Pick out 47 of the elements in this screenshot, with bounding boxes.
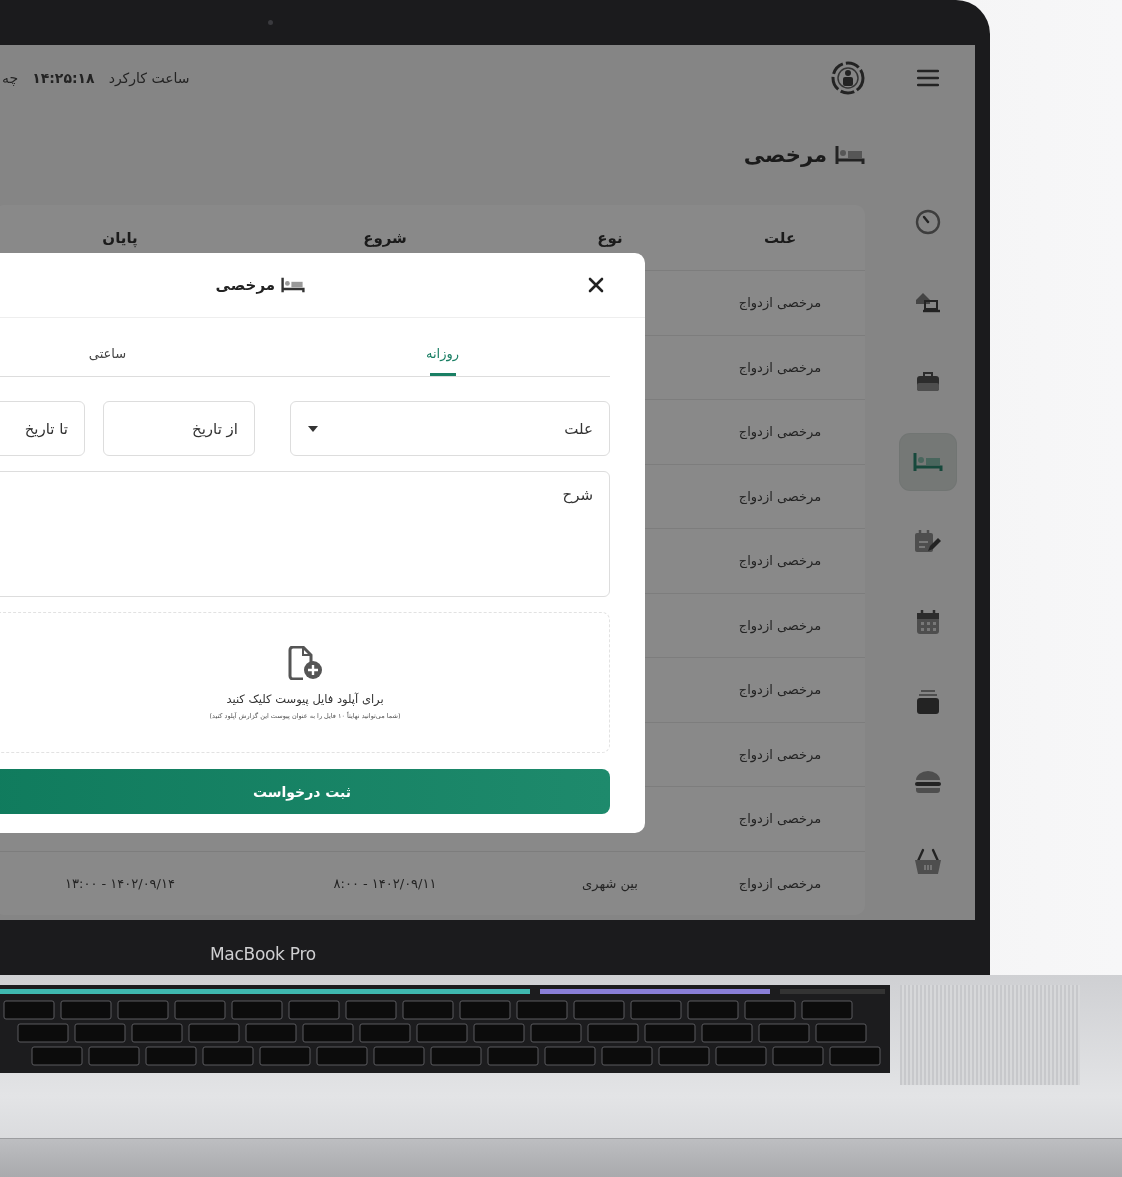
table-cell: مرخصی ازدواج: [738, 875, 822, 891]
bed-icon: [281, 277, 305, 293]
calendar-icon: [915, 609, 940, 635]
bed-icon: [912, 452, 943, 472]
tab[interactable]: ساعتی: [0, 330, 275, 376]
table-cell: ۱۳:۰۰ - ۱۴۰۲/۰۹/۱۴: [65, 875, 175, 891]
camera-icon: [268, 20, 273, 25]
date-field[interactable]: از تاریخ: [103, 401, 255, 456]
table-cell: مرخصی ازدواج: [738, 553, 822, 569]
table-cell: مرخصی ازدواج: [738, 488, 822, 504]
work-time-label: ساعت کارکرد: [108, 69, 190, 86]
column-header: شروع: [363, 228, 407, 247]
table-cell: بین شهری: [582, 875, 638, 891]
date-field[interactable]: تا تاریخ: [0, 401, 85, 456]
sidebar-item[interactable]: [899, 434, 956, 490]
briefcase-icon: [915, 372, 940, 392]
calendar-edit-icon: [913, 529, 942, 555]
timer-icon: [914, 209, 941, 235]
table-cell: مرخصی ازدواج: [738, 811, 822, 827]
archive-box-icon: [915, 689, 940, 715]
reason-select[interactable]: علت: [290, 401, 610, 456]
bed-icon: [835, 145, 865, 165]
cut-text: چه: [2, 69, 19, 86]
column-header: پایان: [102, 228, 138, 247]
table-cell: مرخصی ازدواج: [738, 682, 822, 698]
basket-icon: [912, 848, 943, 876]
device-label: MacBook Pro: [210, 944, 316, 964]
table-cell: مرخصی ازدواج: [738, 424, 822, 440]
upload-label: برای آپلود فایل پیوست کلیک کنید: [226, 691, 384, 706]
file-add-icon: [287, 645, 323, 680]
work-time: ۱۴:۲۵:۱۸: [32, 69, 95, 86]
table-cell: مرخصی ازدواج: [738, 746, 822, 762]
dialog-title: مرخصی: [215, 276, 275, 294]
table-cell: مرخصی ازدواج: [738, 617, 822, 633]
table-cell: مرخصی ازدواج: [738, 295, 822, 311]
table-cell: مرخصی ازدواج: [738, 359, 822, 375]
menu-icon[interactable]: [916, 68, 939, 87]
column-header: نوع: [597, 228, 623, 247]
logo-icon: [831, 60, 865, 95]
burger-icon: [913, 769, 942, 795]
column-header: علت: [763, 228, 797, 247]
table-cell: ۸:۰۰ - ۱۴۰۲/۰۹/۱۱: [333, 875, 437, 891]
home-laptop-icon: [914, 291, 941, 313]
caret-icon: [308, 426, 318, 432]
submit-button[interactable]: ثبت درخواست: [0, 769, 610, 814]
page-title: مرخصی: [743, 143, 827, 167]
description-field[interactable]: شرح: [0, 471, 610, 597]
